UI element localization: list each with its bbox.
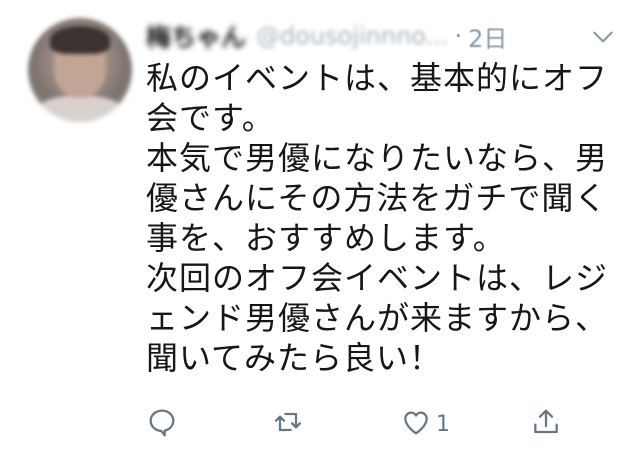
- retweet-button[interactable]: [272, 404, 304, 444]
- chevron-down-icon[interactable]: [590, 24, 616, 50]
- user-handle[interactable]: @dousojinnno...: [256, 22, 448, 50]
- reply-icon: [146, 406, 178, 442]
- tweet-text: 私のイベントは、基本的にオフ 会です。 本気で男優になりたいなら、男 優さんにそ…: [146, 58, 616, 378]
- heart-icon: [400, 406, 432, 442]
- tweet-text-line: 会です。: [146, 99, 275, 137]
- reply-button[interactable]: [146, 404, 178, 444]
- timestamp[interactable]: 2日: [468, 19, 507, 54]
- tweet-text-line: 優さんにその方法をガチで聞く: [146, 179, 608, 217]
- tweet-text-line: 本気で男優になりたいなら、男: [146, 139, 609, 177]
- like-count: 1: [436, 411, 450, 437]
- display-name[interactable]: 梅ちゃん: [146, 18, 246, 54]
- tweet-text-line: 事を、おすすめします。: [146, 219, 506, 257]
- tweet-text-line: ェンド男優さんが来ますから、: [146, 299, 609, 337]
- tweet-text-line: 次回のオフ会イベントは、レジ: [146, 259, 609, 297]
- tweet-header: 梅ちゃん @dousojinnno... · 2日: [146, 16, 616, 56]
- tweet-text-line: 私のイベントは、基本的にオフ: [146, 59, 609, 97]
- tweet-text-line: 聞いてみたら良い！: [146, 339, 443, 377]
- share-button[interactable]: [530, 404, 562, 444]
- action-bar: 1: [146, 404, 606, 444]
- retweet-icon: [272, 406, 304, 442]
- tweet-card[interactable]: 梅ちゃん @dousojinnno... · 2日 私のイベントは、基本的にオフ…: [0, 0, 640, 450]
- separator: ·: [454, 22, 463, 50]
- like-button[interactable]: 1: [400, 404, 450, 444]
- avatar[interactable]: [28, 18, 132, 122]
- share-icon: [530, 406, 562, 442]
